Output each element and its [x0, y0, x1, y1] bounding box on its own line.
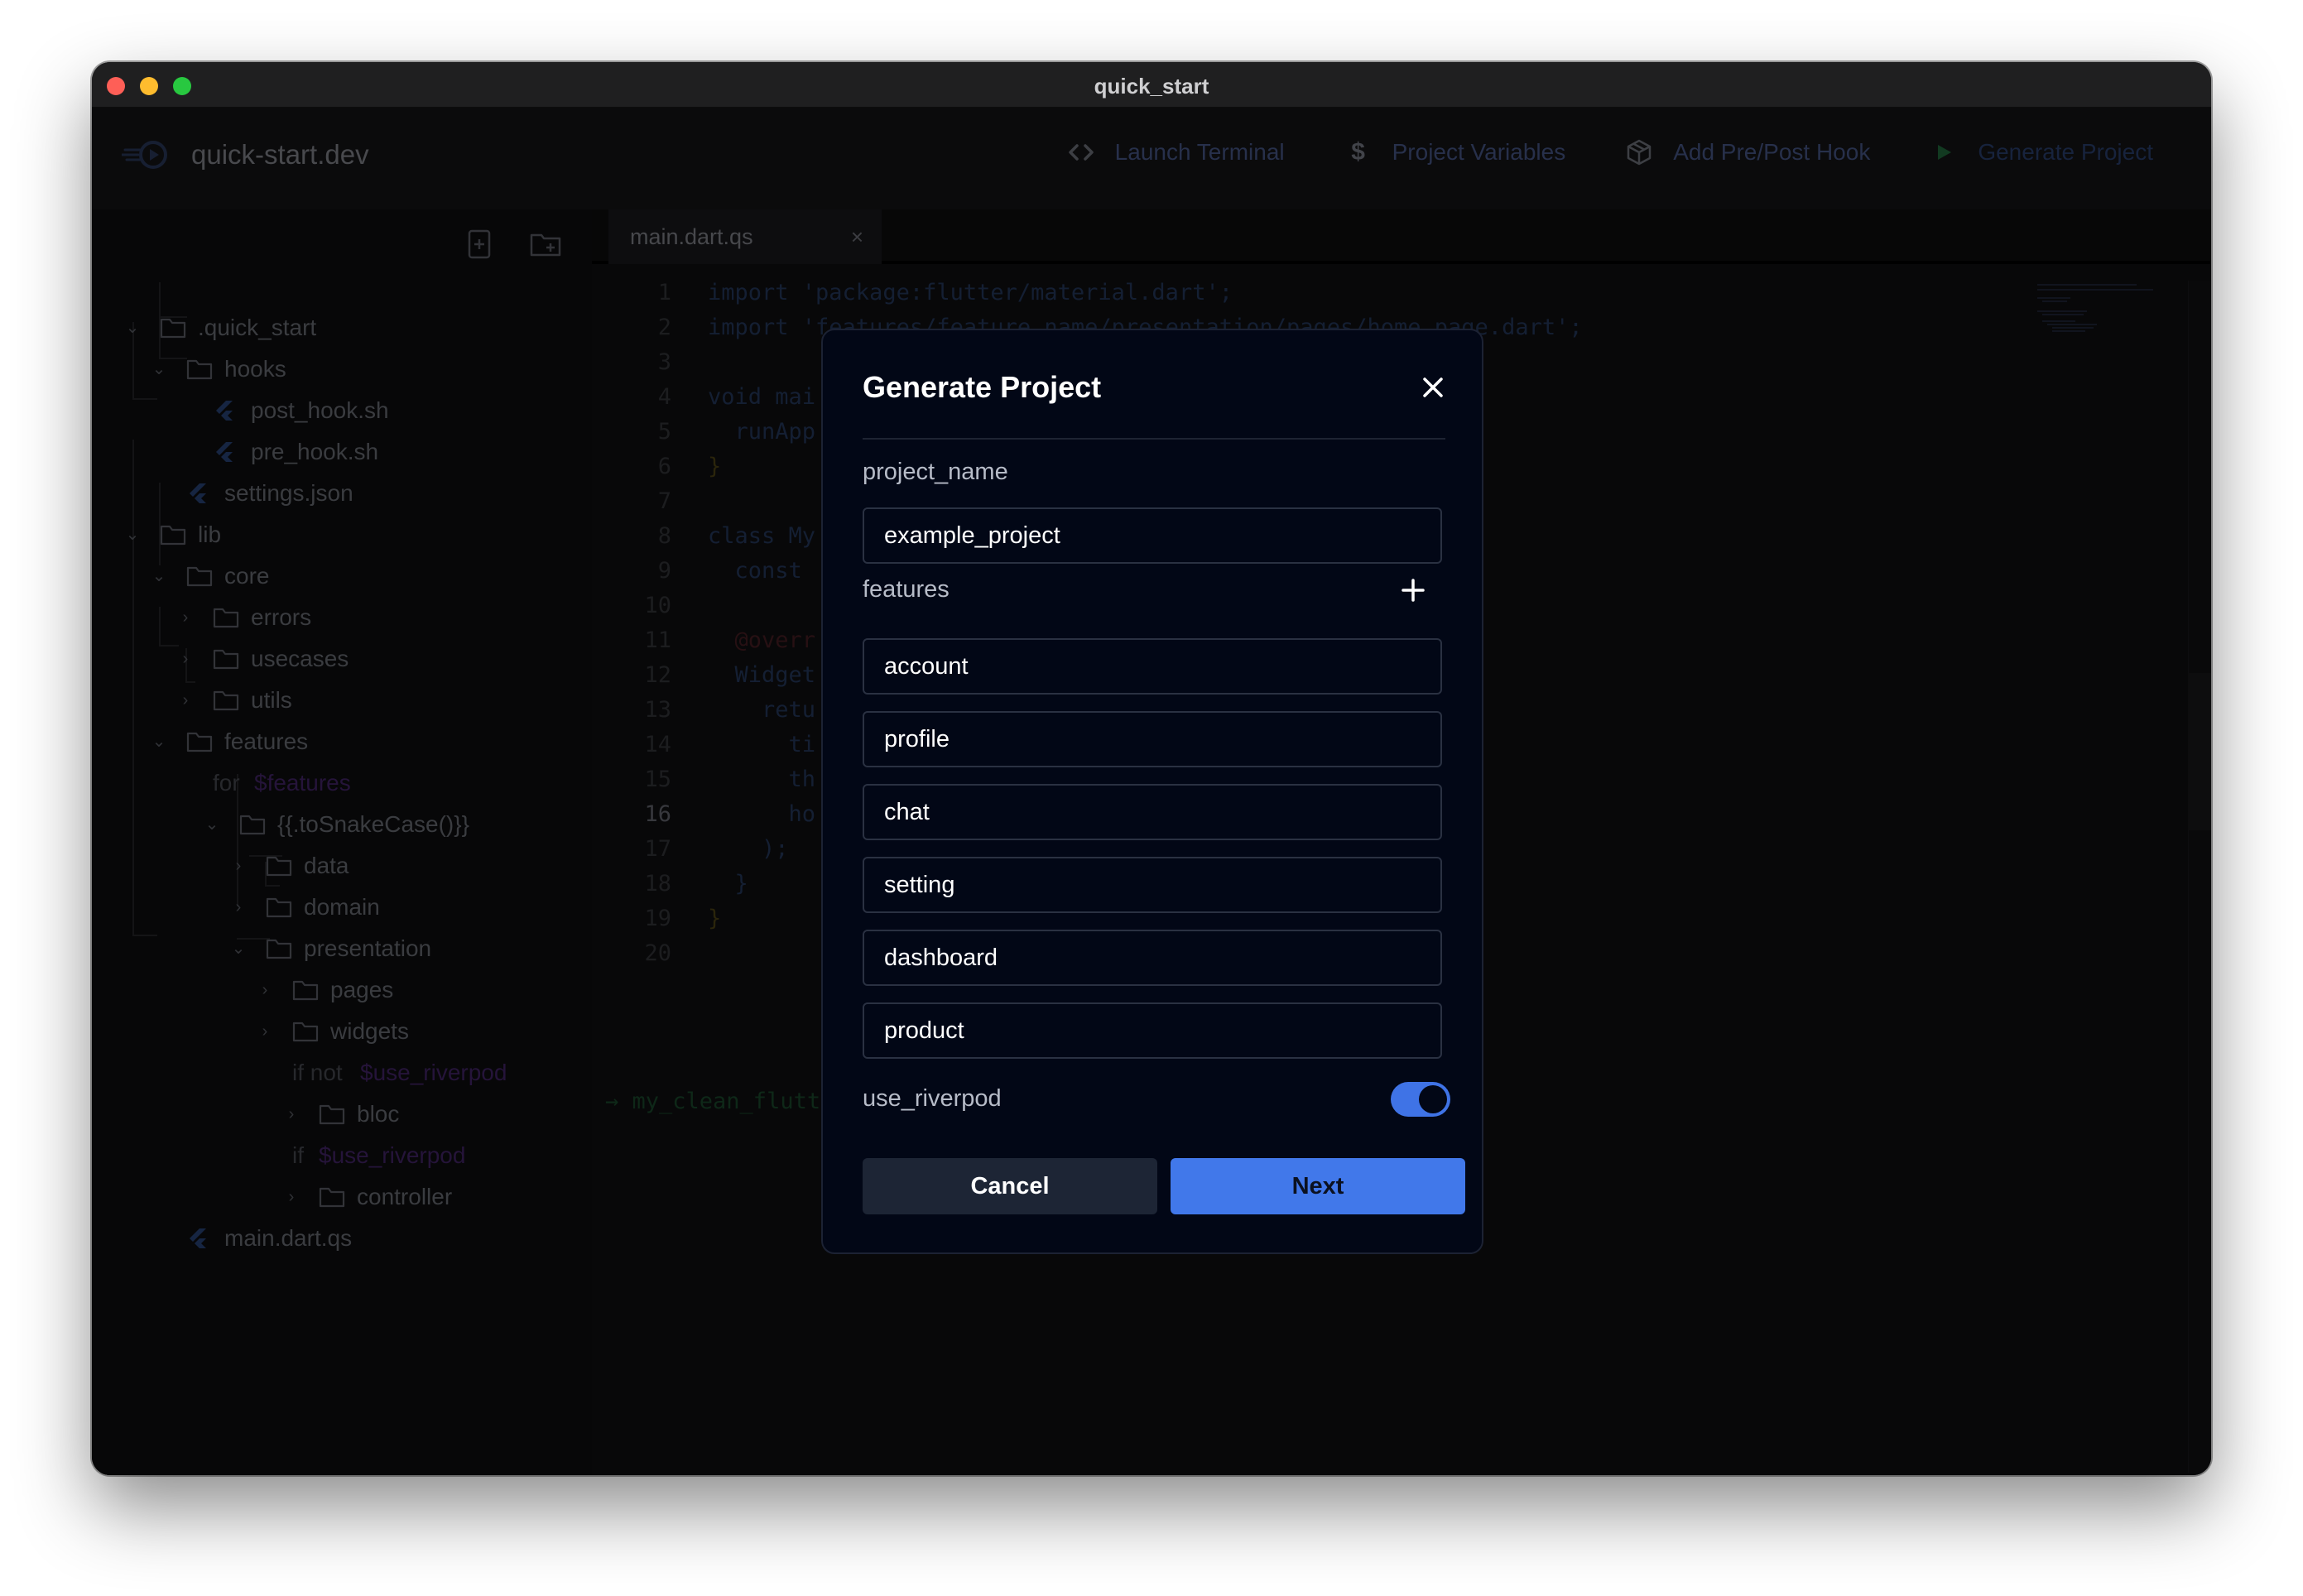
feature-input[interactable]: chat	[863, 784, 1442, 840]
use-riverpod-label: use_riverpod	[863, 1085, 1002, 1112]
generate-project-dialog: Generate Project project_name example_pr…	[821, 329, 1483, 1254]
app-window: quick_start quick-start.dev Launch Termi…	[92, 62, 2211, 1475]
window-title: quick_start	[1094, 74, 1209, 99]
cancel-button[interactable]: Cancel	[863, 1158, 1157, 1214]
toggle-knob	[1419, 1085, 1447, 1113]
next-button[interactable]: Next	[1171, 1158, 1465, 1214]
close-icon[interactable]	[1419, 373, 1447, 401]
feature-input[interactable]: account	[863, 638, 1442, 695]
project-name-input[interactable]: example_project	[863, 507, 1442, 564]
add-feature-icon[interactable]	[1399, 576, 1427, 604]
dialog-divider	[863, 438, 1445, 440]
feature-input[interactable]: setting	[863, 857, 1442, 913]
feature-input[interactable]: profile	[863, 711, 1442, 767]
feature-input[interactable]: dashboard	[863, 930, 1442, 986]
window-titlebar: quick_start	[92, 62, 2211, 108]
feature-input[interactable]: product	[863, 1002, 1442, 1059]
project-name-label: project_name	[863, 459, 1008, 485]
features-label: features	[863, 576, 950, 603]
dialog-title: Generate Project	[863, 370, 1102, 404]
use-riverpod-toggle[interactable]	[1391, 1082, 1450, 1117]
